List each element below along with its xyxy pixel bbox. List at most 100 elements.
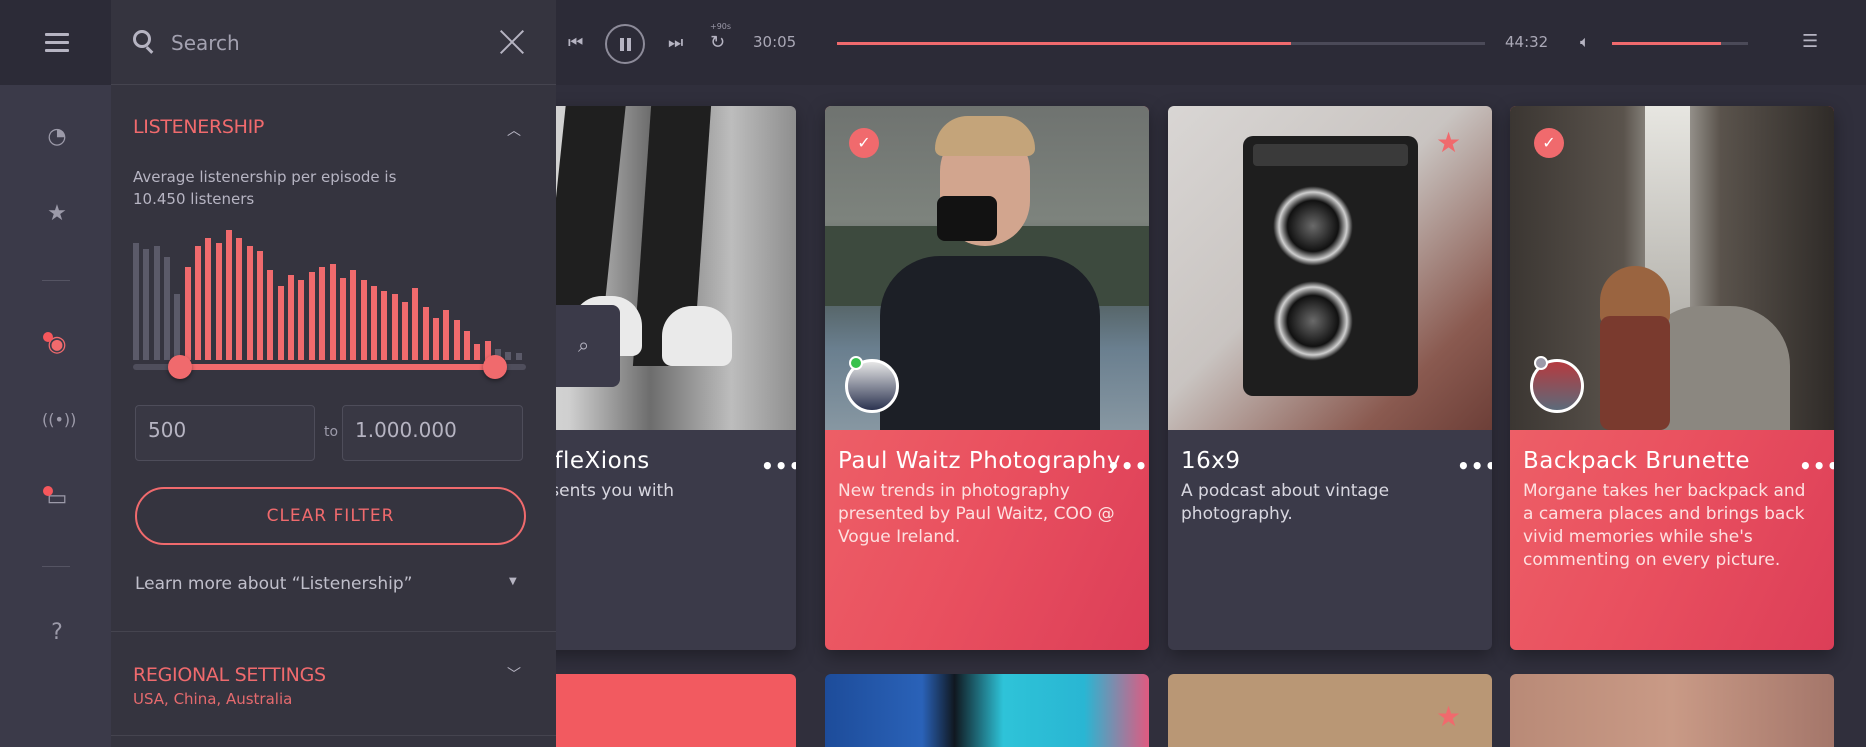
histogram-bar <box>392 294 399 360</box>
histogram-bar <box>164 257 171 360</box>
histogram-bar <box>433 318 440 360</box>
caret-down-icon[interactable]: ▼ <box>509 576 517 587</box>
histogram-bar <box>216 243 223 360</box>
filter-panel: Listenership ︿ Average listenership per … <box>111 0 556 747</box>
podcast-card[interactable]: ✓ Backpack Brunette Morgane takes her ba… <box>1510 106 1834 650</box>
favorite-star-icon[interactable]: ★ <box>1436 126 1461 159</box>
section-divider <box>111 735 556 736</box>
section-divider <box>111 631 556 632</box>
notification-dot <box>43 486 53 496</box>
histogram-bar <box>298 280 305 360</box>
more-options-icon[interactable]: ••• <box>1457 454 1492 478</box>
histogram-bar <box>226 230 233 360</box>
floating-search-button[interactable]: ⌕ <box>556 305 620 387</box>
podcast-card[interactable] <box>1510 674 1834 747</box>
hamburger-menu-icon[interactable] <box>45 33 69 53</box>
notification-dot <box>43 332 53 342</box>
histogram-bar <box>319 267 326 360</box>
podcast-card[interactable]: ★ <box>1168 674 1492 747</box>
histogram-bar <box>402 302 409 360</box>
card-title: Backpack Brunette <box>1523 448 1751 474</box>
search-icon <box>133 30 151 48</box>
volume-icon[interactable]: 🔈︎ <box>1580 34 1590 50</box>
histogram-bar <box>381 291 388 360</box>
search-icon: ⌕ <box>578 333 590 357</box>
histogram-bar <box>205 238 212 360</box>
sidebar-header <box>0 0 111 85</box>
histogram-bar <box>350 270 357 360</box>
duration-time: 44:32 <box>1505 33 1549 51</box>
close-icon[interactable] <box>499 29 525 55</box>
range-to-label: to <box>324 424 339 440</box>
histogram-bar <box>143 249 150 360</box>
histogram-bar <box>267 270 274 360</box>
max-listeners-input[interactable]: 1.000.000 <box>342 405 523 461</box>
histogram-bar <box>464 331 471 360</box>
broadcast-icon[interactable]: ((•)) <box>42 410 76 429</box>
clear-filter-button[interactable]: CLEAR FILTER <box>135 487 526 545</box>
subscribed-check-icon[interactable]: ✓ <box>1534 128 1564 158</box>
listenership-description: Average listenership per episode is 10.4… <box>133 168 397 208</box>
next-icon[interactable]: ⏭ <box>668 35 683 52</box>
histogram-bar <box>412 288 419 360</box>
nav-divider <box>42 566 70 567</box>
histogram-bar <box>174 294 181 360</box>
histogram-bar <box>257 251 264 360</box>
histogram-bar <box>516 353 523 360</box>
search-input[interactable] <box>171 30 471 56</box>
progress-bar[interactable] <box>837 42 1485 45</box>
range-max-handle[interactable] <box>482 355 507 379</box>
histogram-bar <box>340 278 347 360</box>
histogram-bar <box>454 320 461 360</box>
learn-more-link[interactable]: Learn more about “Listenership” <box>135 574 412 594</box>
online-status-dot <box>849 356 863 370</box>
offline-status-dot <box>1534 356 1548 370</box>
star-icon[interactable]: ★ <box>42 201 72 226</box>
help-icon[interactable]: ? <box>42 620 72 645</box>
podcast-card[interactable]: ★ 16x9 A podcast about vintage photograp… <box>1168 106 1492 650</box>
favorite-star-icon[interactable]: ★ <box>1436 700 1461 733</box>
histogram-bar <box>309 272 316 360</box>
histogram-bar <box>330 264 337 360</box>
histogram-bar <box>423 307 430 360</box>
range-min-handle[interactable] <box>168 355 193 379</box>
card-description: New trends in photography presented by P… <box>838 481 1115 547</box>
audio-player: ⏮ ⏭ ↻ +90s 30:05 44:32 🔈︎ ☰ <box>556 0 1866 85</box>
card-description: A podcast about vintage photography. <box>1181 481 1390 524</box>
podcast-card[interactable]: ✓ Paul Waitz Photography New trends in p… <box>825 106 1149 650</box>
podcast-app: ⏮ ⏭ ↻ +90s 30:05 44:32 🔈︎ ☰ ◔ ★ ◉ ((•)) … <box>0 0 1866 747</box>
skip-forward-icon[interactable]: ↻ <box>710 34 725 52</box>
listenership-title[interactable]: Listenership <box>133 116 264 138</box>
volume-fill <box>1612 42 1721 45</box>
min-listeners-input[interactable]: 500 <box>135 405 315 461</box>
listenership-histogram <box>133 225 526 360</box>
range-slider-fill <box>180 364 495 370</box>
volume-slider[interactable] <box>1612 42 1748 45</box>
icon-sidebar: ◔ ★ ◉ ((•)) ▭ ? <box>0 0 111 747</box>
card-title: 16x9 <box>1181 448 1241 474</box>
chevron-down-icon[interactable]: ﹀ <box>507 664 521 684</box>
nav-divider <box>42 280 70 281</box>
progress-fill <box>837 42 1291 45</box>
regional-settings-title[interactable]: Regional Settings <box>133 664 326 686</box>
subscribed-check-icon[interactable]: ✓ <box>849 128 879 158</box>
more-options-icon[interactable]: ••• <box>1799 454 1834 478</box>
previous-icon[interactable]: ⏮ <box>568 35 583 52</box>
chevron-up-icon[interactable]: ︿ <box>507 120 521 140</box>
more-options-icon[interactable]: ••• <box>1107 454 1148 478</box>
histogram-bar <box>195 246 202 360</box>
histogram-bar <box>505 352 512 360</box>
dashboard-icon[interactable]: ◔ <box>42 124 72 149</box>
search-bar <box>111 0 556 85</box>
histogram-bar <box>133 243 140 360</box>
card-title: Paul Waitz Photography <box>838 448 1121 474</box>
playlist-icon[interactable]: ☰ <box>1802 33 1818 51</box>
elapsed-time: 30:05 <box>753 33 797 51</box>
histogram-bar <box>361 280 368 360</box>
histogram-bar <box>236 238 243 360</box>
more-options-icon[interactable]: ••• <box>761 454 796 478</box>
skip-forward-label: +90s <box>710 22 732 31</box>
pause-button[interactable] <box>605 24 645 64</box>
histogram-bar <box>371 286 378 360</box>
podcast-card[interactable] <box>825 674 1149 747</box>
